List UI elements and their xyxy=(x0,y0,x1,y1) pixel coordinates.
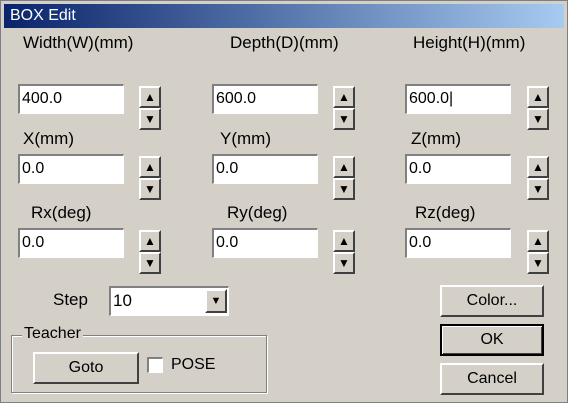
title-bar: BOX Edit xyxy=(4,4,564,28)
x-spin-up-icon[interactable]: ▲ xyxy=(139,156,161,178)
step-label: Step xyxy=(53,290,88,309)
depth-label: Depth(D)(mm) xyxy=(230,33,339,52)
ry-spin-down-icon[interactable]: ▼ xyxy=(333,252,355,274)
step-select[interactable]: 10 ▼ xyxy=(109,286,229,316)
width-input[interactable]: 400.0 xyxy=(18,84,124,114)
height-label: Height(H)(mm) xyxy=(413,33,526,52)
cancel-button[interactable]: Cancel xyxy=(440,363,544,395)
teacher-legend: Teacher xyxy=(22,325,83,343)
pose-checkbox[interactable] xyxy=(147,357,163,373)
z-input[interactable]: 0.0 xyxy=(405,154,511,184)
height-spin-up-icon[interactable]: ▲ xyxy=(527,86,549,108)
y-input[interactable]: 0.0 xyxy=(212,154,318,184)
window-title: BOX Edit xyxy=(10,7,76,24)
pose-label: POSE xyxy=(171,356,216,373)
width-label: Width(W)(mm) xyxy=(23,33,134,52)
ry-spin-up-icon[interactable]: ▲ xyxy=(333,230,355,252)
step-value: 10 xyxy=(113,291,132,310)
rz-spin-down-icon[interactable]: ▼ xyxy=(527,252,549,274)
ok-button[interactable]: OK xyxy=(440,324,544,356)
width-spin-up-icon[interactable]: ▲ xyxy=(139,86,161,108)
x-label: X(mm) xyxy=(23,129,74,148)
z-spin-down-icon[interactable]: ▼ xyxy=(527,178,549,200)
rx-spin-down-icon[interactable]: ▼ xyxy=(139,252,161,274)
rx-spin-up-icon[interactable]: ▲ xyxy=(139,230,161,252)
height-input[interactable]: 600.0| xyxy=(405,84,511,114)
width-spin-down-icon[interactable]: ▼ xyxy=(139,108,161,130)
goto-button[interactable]: Goto xyxy=(33,352,139,384)
z-label: Z(mm) xyxy=(411,129,462,148)
color-button[interactable]: Color... xyxy=(440,285,544,317)
chevron-down-icon[interactable]: ▼ xyxy=(205,289,227,313)
x-input[interactable]: 0.0 xyxy=(18,154,124,184)
ry-label: Ry(deg) xyxy=(227,203,288,222)
depth-spin-up-icon[interactable]: ▲ xyxy=(333,86,355,108)
rz-label: Rz(deg) xyxy=(415,203,476,222)
height-spin-down-icon[interactable]: ▼ xyxy=(527,108,549,130)
rx-label: Rx(deg) xyxy=(31,203,92,222)
z-spin-up-icon[interactable]: ▲ xyxy=(527,156,549,178)
depth-spin-down-icon[interactable]: ▼ xyxy=(333,108,355,130)
rz-spin-up-icon[interactable]: ▲ xyxy=(527,230,549,252)
ry-input[interactable]: 0.0 xyxy=(212,228,318,258)
y-spin-down-icon[interactable]: ▼ xyxy=(333,178,355,200)
box-edit-dialog: BOX Edit Width(W)(mm) 400.0 ▲ ▼ Depth(D)… xyxy=(0,0,568,403)
x-spin-down-icon[interactable]: ▼ xyxy=(139,178,161,200)
rz-input[interactable]: 0.0 xyxy=(405,228,511,258)
y-label: Y(mm) xyxy=(220,129,271,148)
depth-input[interactable]: 600.0 xyxy=(212,84,318,114)
rx-input[interactable]: 0.0 xyxy=(18,228,124,258)
y-spin-up-icon[interactable]: ▲ xyxy=(333,156,355,178)
